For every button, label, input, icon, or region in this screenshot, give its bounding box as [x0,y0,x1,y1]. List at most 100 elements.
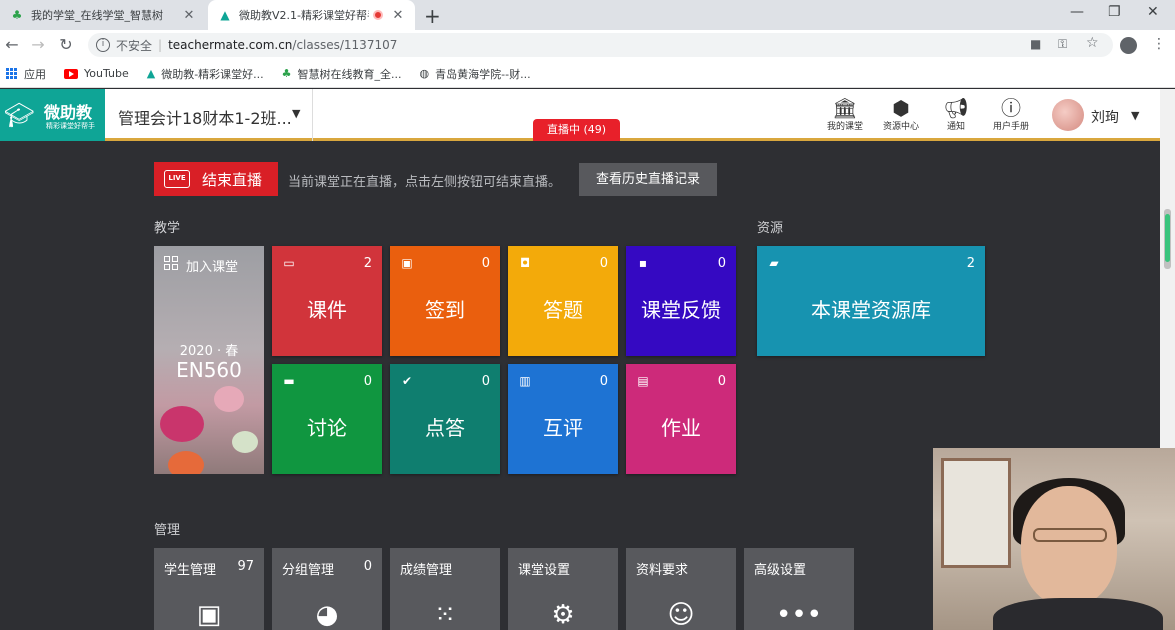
avatar[interactable] [1052,99,1084,131]
tile-homework[interactable]: ▤ 0 作业 [626,364,736,474]
reload-icon[interactable]: ↻ [56,35,76,54]
user-name[interactable]: 刘珣 [1091,107,1119,127]
camera-icon[interactable]: ■ [1030,37,1041,51]
tile-label: 答题 [543,298,583,322]
tile-label: 课堂设置 [518,563,571,578]
tab-close-icon[interactable]: ✕ [182,8,196,23]
nav-my-classroom[interactable]: 🏛︎ 我的课堂 [824,97,866,132]
flower-decoration [160,406,204,442]
tile-class-settings[interactable]: 课堂设置 ⚙ [508,548,618,630]
tile-count: 0 [599,374,608,389]
webcam-person-glasses [1033,528,1107,542]
tile-checkin[interactable]: ▣ 0 签到 [390,246,500,356]
end-live-button[interactable]: LIVE 结束直播 [154,162,278,196]
bookmark-star-icon[interactable]: ☆ [1086,35,1099,51]
tile-group-management[interactable]: 分组管理 0 ◕ [272,548,382,630]
class-selector[interactable]: 管理会计18财本1-2班... [118,105,292,129]
profile-avatar-icon[interactable] [1120,37,1137,54]
graduation-cap-icon: 🎓︎ [4,101,35,129]
logo-name: 微助教 [44,103,93,122]
teachermate-favicon-icon: ▲ [146,67,156,80]
tile-quiz[interactable]: ◘ 0 答题 [508,246,618,356]
globe-icon: ◍ [419,67,430,80]
browser-tab-teachermate[interactable]: ▲ 微助教V2.1-精彩课堂好帮手 ✕ [208,0,415,30]
tile-label: 成绩管理 [400,563,453,578]
new-tab-button[interactable]: + [424,4,441,28]
group-icon: ◕ [315,600,339,630]
tile-label: 资料要求 [636,563,689,578]
tile-grade-management[interactable]: 成绩管理 ⁙ [390,548,500,630]
bookmark-huanghai[interactable]: ◍ 青岛黄海学院--财... [420,66,531,82]
address-bar[interactable]: i 不安全 | teachermate.com.cn /classes/1137… [88,33,1113,57]
classroom-icon: 🏛︎ [832,96,858,120]
scrollbar-highlight [1165,214,1170,262]
tile-pick-answer[interactable]: ✔ 0 点答 [390,364,500,474]
back-icon[interactable]: ← [2,35,22,54]
app-logo[interactable]: 🎓︎ 微助教 精彩课堂好帮手 [0,89,105,141]
nav-user-manual[interactable]: ⓘ 用户手册 [989,97,1033,132]
bookmark-apps[interactable]: 应用 [6,66,46,82]
course-code: EN560 [176,358,242,382]
bookmark-label: 青岛黄海学院--财... [435,67,531,81]
tab-title: 我的学堂_在线学堂_智慧树 [31,9,163,22]
tab-title: 微助教V2.1-精彩课堂好帮手 [239,9,369,22]
tile-feedback[interactable]: ▪ 0 课堂反馈 [626,246,736,356]
tile-advanced-settings[interactable]: 高级设置 ••• [744,548,854,630]
checkin-icon: ▣ [401,256,413,270]
end-live-label: 结束直播 [202,170,263,189]
tile-label: 分组管理 [282,563,335,578]
restore-icon[interactable]: ❐ [1108,4,1121,20]
tile-material-requirements[interactable]: 资料要求 ☺ [626,548,736,630]
class-card[interactable]: 加入课堂 2020 · 春 EN560 [154,246,264,474]
chevron-down-icon[interactable]: ▼ [292,107,300,120]
app-header: 🎓︎ 微助教 精彩课堂好帮手 管理会计18财本1-2班... ▼ 直播中 (49… [0,89,1160,141]
live-history-button[interactable]: 查看历史直播记录 [579,163,717,196]
window-close-icon[interactable]: ✕ [1147,4,1159,20]
teachermate-favicon-icon: ▲ [220,8,230,22]
courseware-icon: ▭ [283,256,295,270]
key-icon[interactable]: ⚿ [1058,37,1067,52]
zhihuishu-favicon-icon: ♣ [11,8,23,22]
tile-courseware[interactable]: ▭ 2 课件 [272,246,382,356]
forward-icon[interactable]: → [28,35,48,54]
grid-icon: ⁙ [434,600,456,630]
webcam-preview [933,448,1175,630]
tile-label: 作业 [661,416,701,440]
tile-label: 点答 [425,416,465,440]
homework-icon: ▤ [637,374,649,388]
minimize-icon[interactable]: — [1070,4,1084,20]
help-icon: ⓘ [1001,96,1021,120]
tile-discussion[interactable]: ▬ 0 讨论 [272,364,382,474]
face-icon: ☺ [667,600,695,630]
nav-notifications[interactable]: 📢︎ 通知 [940,97,972,132]
nav-resource-center[interactable]: ⬢ 资源中心 [879,97,923,132]
browser-tab-zhihuishu[interactable]: ♣ 我的学堂_在线学堂_智慧树 ✕ [0,0,206,30]
site-info-icon[interactable]: i [96,38,110,52]
browser-menu-icon[interactable]: ⋮ [1152,36,1166,52]
tile-resource-library[interactable]: ▰ 2 本课堂资源库 [757,246,985,356]
bookmark-youtube[interactable]: YouTube [64,67,129,80]
bookmark-zhihuishu[interactable]: ♣ 智慧树在线教育_全... [282,66,402,82]
tab-close-icon[interactable]: ✕ [391,8,405,23]
resources-icon: ⬢ [892,96,910,120]
join-class-label[interactable]: 加入课堂 [186,256,238,275]
logo-subtitle: 精彩课堂好帮手 [46,122,95,130]
nav-label: 通知 [946,122,965,132]
live-status-badge[interactable]: 直播中 (49) [533,119,620,141]
youtube-icon [64,68,78,79]
tile-label: 课件 [307,298,347,322]
tile-peer-review[interactable]: ▥ 0 互评 [508,364,618,474]
recording-indicator-icon [373,10,383,20]
tile-student-management[interactable]: 学生管理 97 ▣ [154,548,264,630]
feedback-icon: ▪ [638,256,648,270]
apps-grid-icon [6,67,18,80]
flower-decoration [232,431,258,453]
bookmark-teachermate[interactable]: ▲ 微助教-精彩课堂好... [147,66,264,82]
tile-count: 0 [481,374,490,389]
webcam-person-face [1021,486,1117,606]
tile-count: 0 [717,374,726,389]
chevron-down-icon[interactable]: ▼ [1131,109,1139,122]
tile-label: 签到 [425,298,465,322]
browser-tabstrip: ♣ 我的学堂_在线学堂_智慧树 ✕ ▲ 微助教V2.1-精彩课堂好帮手 ✕ + … [0,0,1175,30]
tile-count: 97 [237,559,254,574]
